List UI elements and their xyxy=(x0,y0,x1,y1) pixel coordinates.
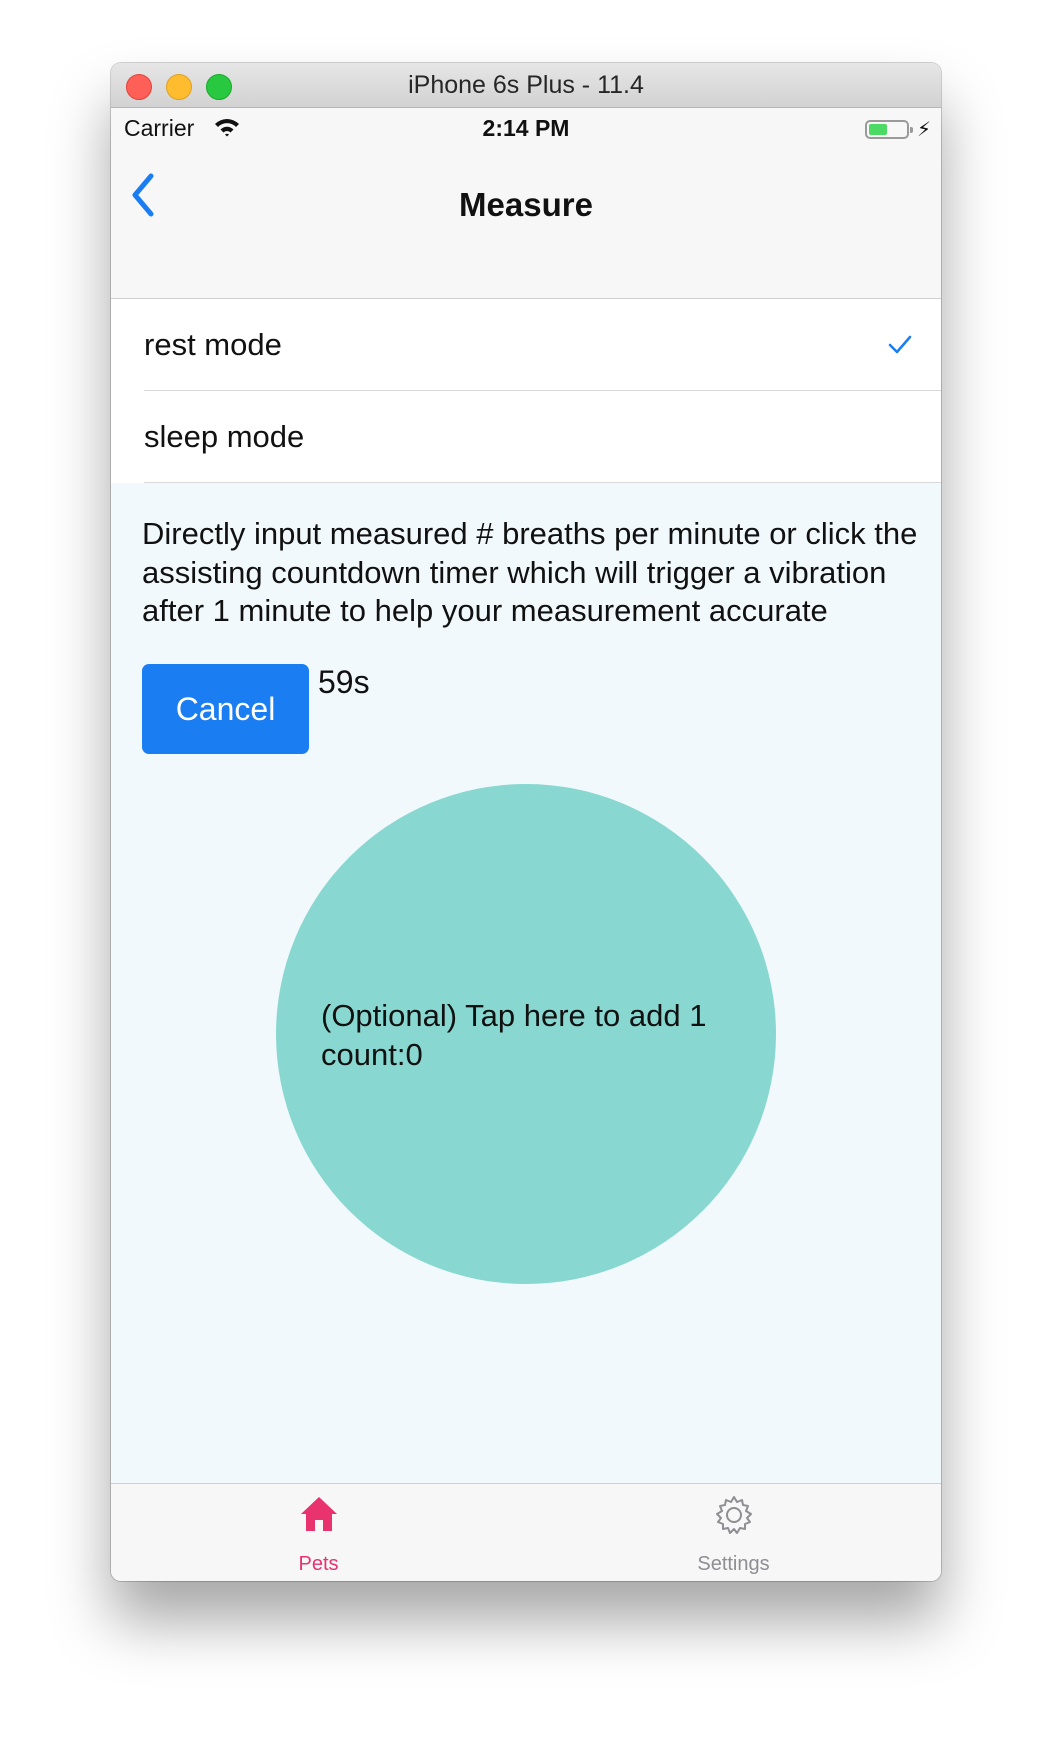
window-titlebar: iPhone 6s Plus - 11.4 xyxy=(111,63,941,108)
tap-count-text: (Optional) Tap here to add 1 count:0 xyxy=(321,997,706,1074)
mode-list: rest mode sleep mode xyxy=(111,299,941,483)
status-bar: Carrier 2:14 PM ⚡ xyxy=(111,108,941,148)
home-icon xyxy=(299,1494,339,1539)
tab-bar: Pets Settings xyxy=(111,1483,941,1581)
tab-label-pets: Pets xyxy=(298,1553,339,1575)
tab-settings[interactable]: Settings xyxy=(526,1484,941,1581)
page-title: Measure xyxy=(459,186,593,223)
checkmark-icon xyxy=(887,333,913,360)
countdown-label: 59s xyxy=(318,664,370,700)
battery-icon xyxy=(865,120,913,139)
navigation-bar: Measure xyxy=(111,148,941,299)
gear-icon xyxy=(713,1494,755,1541)
instructions-text: Directly input measured # breaths per mi… xyxy=(142,516,918,628)
tab-label-settings: Settings xyxy=(697,1553,770,1575)
count-value: count:0 xyxy=(321,1036,423,1072)
mode-label: sleep mode xyxy=(144,419,305,454)
tap-instruction: (Optional) Tap here to add 1 xyxy=(321,998,707,1033)
charging-icon: ⚡ xyxy=(916,119,931,141)
simulator-window: iPhone 6s Plus - 11.4 Carrier 2:14 PM ⚡ … xyxy=(111,63,941,1581)
status-time: 2:14 PM xyxy=(482,115,570,141)
tap-count-button[interactable]: (Optional) Tap here to add 1 count:0 xyxy=(276,784,776,1284)
tab-pets[interactable]: Pets xyxy=(111,1484,526,1581)
mode-label: rest mode xyxy=(144,327,282,362)
window-title: iPhone 6s Plus - 11.4 xyxy=(408,71,644,99)
mode-row-sleep[interactable]: sleep mode xyxy=(111,391,941,483)
mode-row-rest[interactable]: rest mode xyxy=(111,299,941,391)
cancel-timer-button[interactable]: Cancel xyxy=(142,664,309,754)
